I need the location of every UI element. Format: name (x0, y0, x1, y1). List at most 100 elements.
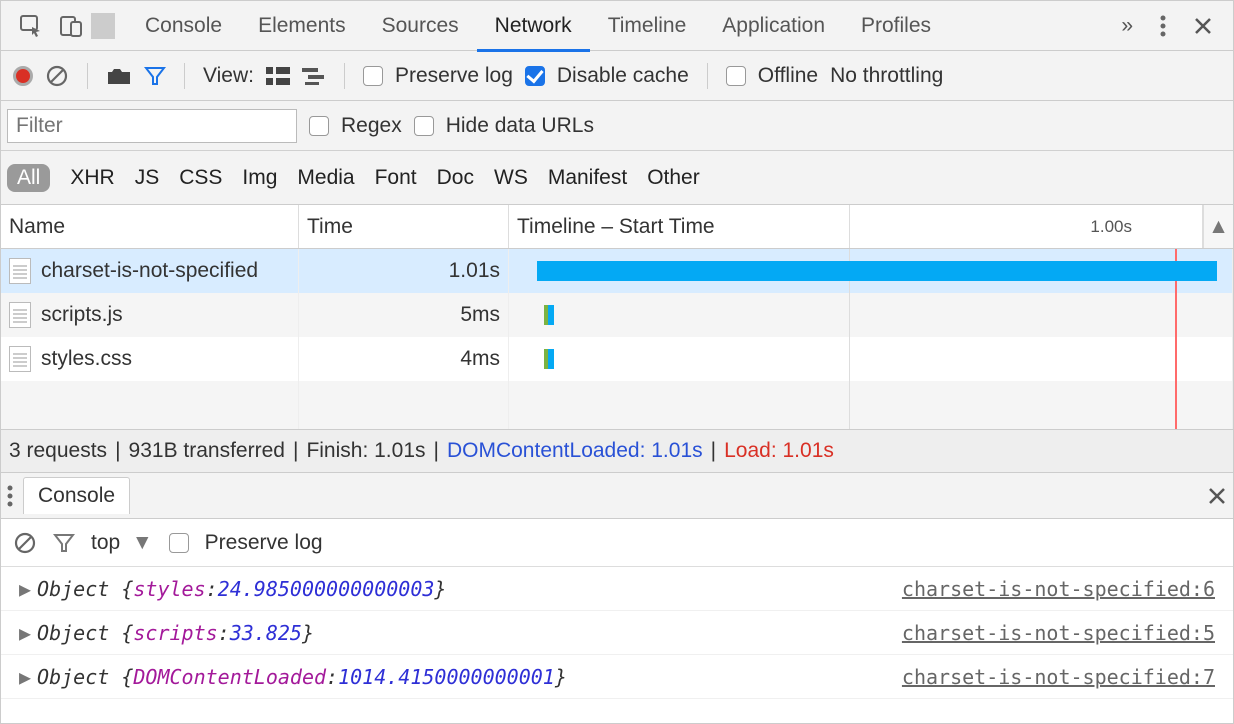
status-domcontentloaded: DOMContentLoaded: 1.01s (447, 439, 703, 463)
status-finish: Finish: 1.01s (306, 439, 425, 463)
console-filter-icon[interactable] (53, 532, 75, 554)
large-rows-icon[interactable] (266, 67, 290, 85)
cell-timeline (509, 337, 1233, 381)
console-toolbar: top ▼ Preserve log (1, 519, 1233, 567)
disable-cache-label: Disable cache (557, 64, 689, 88)
tab-timeline[interactable]: Timeline (590, 1, 705, 51)
filter-chip-ws[interactable]: WS (494, 166, 528, 190)
close-drawer-icon[interactable] (1207, 486, 1227, 506)
gridline (849, 337, 850, 381)
cell-time: 1.01s (299, 249, 509, 293)
network-toolbar: View: Preserve log Disable cache Offline… (1, 51, 1233, 101)
throttling-select[interactable]: No throttling (830, 64, 943, 88)
expand-arrow-icon[interactable]: ▶ (19, 621, 31, 645)
tab-console[interactable]: Console (127, 1, 240, 51)
offline-checkbox[interactable] (726, 66, 746, 86)
more-tabs-chevron[interactable]: » (1111, 14, 1143, 38)
console-preserve-log-checkbox[interactable] (169, 533, 189, 553)
network-grid: charset-is-not-specified 1.01s scripts.js 5… (1, 249, 1233, 429)
filter-chip-font[interactable]: Font (375, 166, 417, 190)
cell-time: 5ms (299, 293, 509, 337)
waterfall-view-icon[interactable] (302, 67, 326, 85)
separator (184, 63, 185, 89)
tab-sources[interactable]: Sources (364, 1, 477, 51)
gridline (849, 205, 850, 248)
request-row[interactable]: charset-is-not-specified 1.01s (1, 249, 1233, 293)
tab-elements[interactable]: Elements (240, 1, 364, 51)
console-source-link[interactable]: charset-is-not-specified:7 (902, 665, 1215, 689)
filter-chip-media[interactable]: Media (297, 166, 354, 190)
disable-cache-checkbox[interactable] (525, 66, 545, 86)
kebab-menu-icon[interactable] (1143, 1, 1183, 51)
file-icon (9, 346, 31, 372)
expand-arrow-icon[interactable]: ▶ (19, 665, 31, 689)
console-preserve-log-label: Preserve log (205, 531, 323, 555)
filter-chip-xhr[interactable]: XHR (70, 166, 114, 190)
record-button[interactable] (13, 66, 33, 86)
filter-chip-all[interactable]: All (7, 164, 50, 192)
file-icon (9, 302, 31, 328)
console-source-link[interactable]: charset-is-not-specified:6 (902, 577, 1215, 601)
drawer-tab-console[interactable]: Console (23, 477, 130, 514)
hide-data-urls-checkbox[interactable] (414, 116, 434, 136)
context-select[interactable]: top ▼ (91, 531, 153, 555)
offline-label: Offline (758, 64, 818, 88)
filter-bar: Regex Hide data URLs (1, 101, 1233, 151)
request-row[interactable]: scripts.js 5ms (1, 293, 1233, 337)
filter-chip-manifest[interactable]: Manifest (548, 166, 627, 190)
separator (91, 13, 115, 39)
tab-application[interactable]: Application (704, 1, 843, 51)
timing-bar (544, 349, 554, 369)
load-marker (1175, 293, 1177, 337)
hide-data-urls-label: Hide data URLs (446, 114, 594, 138)
gridline (849, 293, 850, 337)
capture-screenshots-icon[interactable] (106, 66, 132, 86)
status-requests: 3 requests (9, 439, 107, 463)
filter-chip-img[interactable]: Img (242, 166, 277, 190)
request-name: scripts.js (41, 303, 123, 327)
status-transferred: 931B transferred (129, 439, 285, 463)
network-headers: Name Time Timeline – Start Time 1.00s ▲ (1, 205, 1233, 249)
close-devtools-icon[interactable] (1183, 1, 1223, 51)
expand-arrow-icon[interactable]: ▶ (19, 577, 31, 601)
timing-bar (537, 261, 1217, 281)
chevron-down-icon: ▼ (132, 531, 153, 554)
clear-console-icon[interactable] (13, 531, 37, 555)
sort-indicator-icon[interactable]: ▲ (1203, 205, 1233, 248)
filter-toggle-icon[interactable] (144, 65, 166, 87)
console-row[interactable]: ▶ Object {scripts: 33.825}charset-is-not… (1, 611, 1233, 655)
console-row[interactable]: ▶ Object {styles: 24.985000000000003}cha… (1, 567, 1233, 611)
separator (344, 63, 345, 89)
preserve-log-checkbox[interactable] (363, 66, 383, 86)
request-row[interactable]: styles.css 4ms (1, 337, 1233, 381)
network-status-bar: 3 requests| 931B transferred| Finish: 1.… (1, 429, 1233, 473)
filter-chip-other[interactable]: Other (647, 166, 700, 190)
regex-checkbox[interactable] (309, 116, 329, 136)
cell-timeline (509, 249, 1233, 293)
request-name: styles.css (41, 347, 132, 371)
header-name[interactable]: Name (1, 205, 299, 248)
console-source-link[interactable]: charset-is-not-specified:5 (902, 621, 1215, 645)
status-load: Load: 1.01s (724, 439, 834, 463)
drawer-menu-icon[interactable] (7, 485, 13, 507)
filter-chip-css[interactable]: CSS (179, 166, 222, 190)
filter-chip-doc[interactable]: Doc (437, 166, 474, 190)
clear-icon[interactable] (45, 64, 69, 88)
filter-chip-js[interactable]: JS (135, 166, 160, 190)
cell-name: styles.css (1, 337, 299, 381)
request-name: charset-is-not-specified (41, 259, 258, 283)
filter-input[interactable] (7, 109, 297, 143)
cell-time: 4ms (299, 337, 509, 381)
header-timeline[interactable]: Timeline – Start Time 1.00s (509, 205, 1203, 248)
view-label: View: (203, 64, 254, 88)
header-time[interactable]: Time (299, 205, 509, 248)
type-filter-row: All XHR JS CSS Img Media Font Doc WS Manifest Othe… (1, 151, 1233, 205)
tab-network[interactable]: Network (477, 1, 590, 51)
tab-profiles[interactable]: Profiles (843, 1, 949, 51)
console-row[interactable]: ▶ Object {DOMContentLoaded: 1014.4150000… (1, 655, 1233, 699)
timeline-tick-label: 1.00s (1090, 217, 1132, 237)
console-output: ▶ Object {styles: 24.985000000000003}cha… (1, 567, 1233, 699)
inspect-element-icon[interactable] (11, 1, 51, 51)
device-toggle-icon[interactable] (51, 1, 91, 51)
file-icon (9, 258, 31, 284)
